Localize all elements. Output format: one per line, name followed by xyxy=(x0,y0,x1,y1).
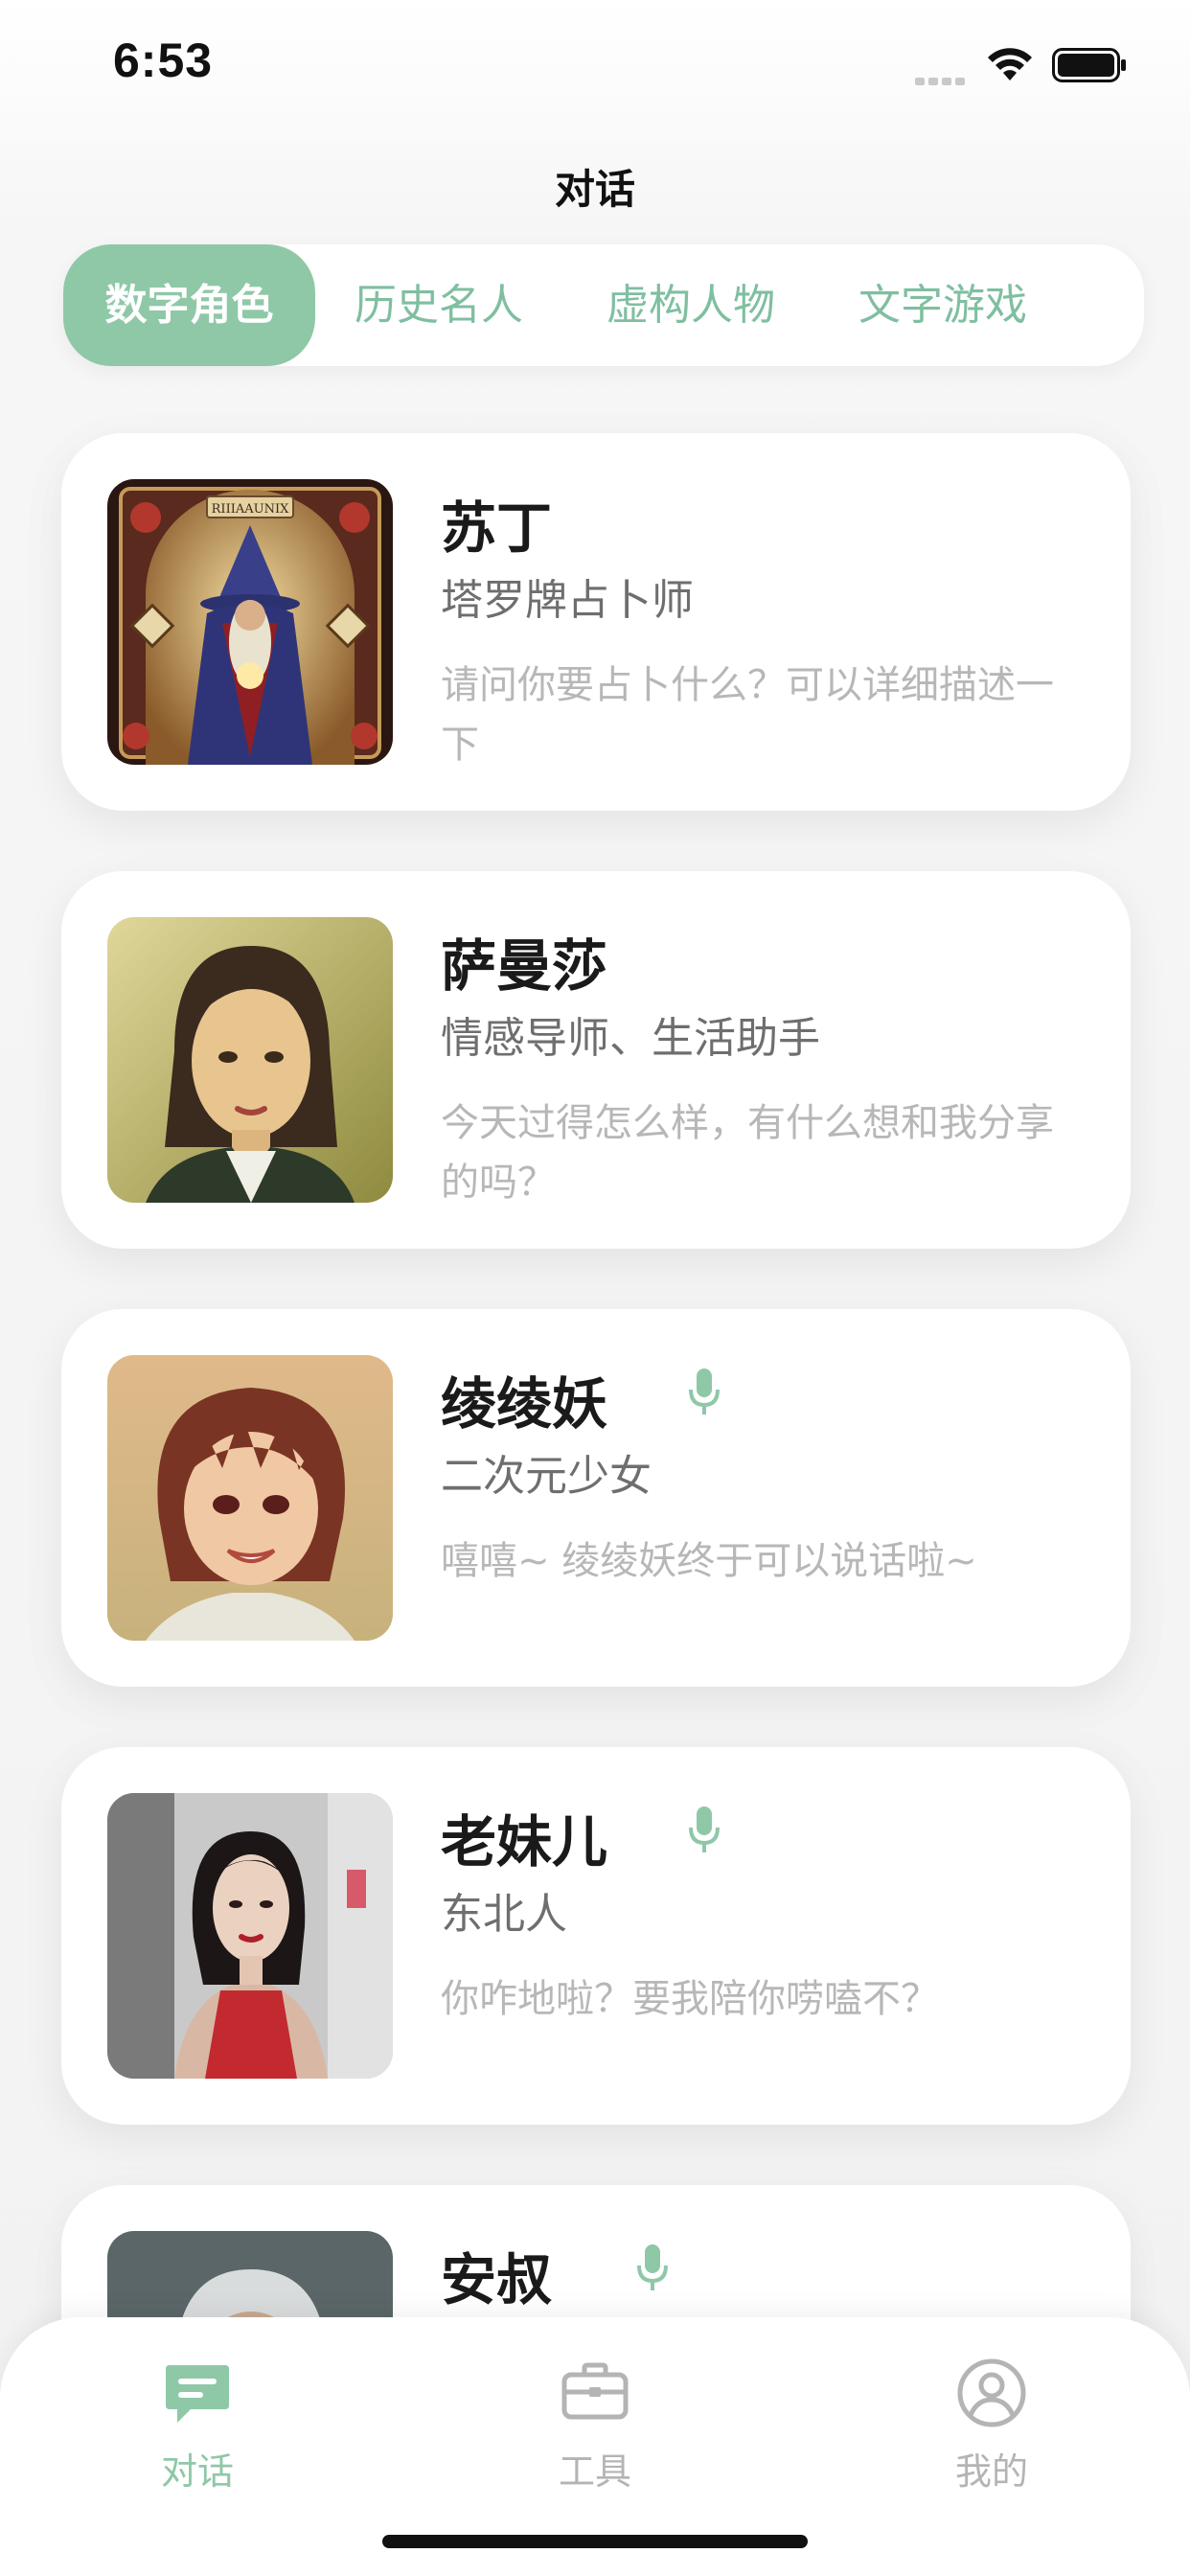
tab-historical-figures[interactable]: 历史名人 xyxy=(333,244,544,366)
woman-portrait-avatar xyxy=(107,917,393,1203)
character-card-suding[interactable]: RIIIAAUNIX 苏丁 塔罗牌占卜师 请问你要占卜什么？可以详细描述一下 xyxy=(61,433,1131,811)
character-greeting: 嘻嘻~ 绫绫妖终于可以说话啦~ xyxy=(441,1539,977,1583)
character-subtitle: 塔罗牌占卜师 xyxy=(441,576,694,625)
character-card-samantha[interactable]: 萨曼莎 情感导师、生活助手 今天过得怎么样，有什么想和我分享的吗？ xyxy=(61,871,1131,1249)
character-card-linglingyao[interactable]: 绫绫妖 二次元少女 嘻嘻~ 绫绫妖终于可以说话啦~ xyxy=(61,1309,1131,1687)
status-time: 6:53 xyxy=(113,34,214,87)
cellular-signal-icon xyxy=(915,71,969,89)
character-name: 萨曼莎 xyxy=(441,933,608,999)
tarot-wizard-avatar: RIIIAAUNIX xyxy=(107,479,393,765)
tab-label: 我的 xyxy=(954,2450,1028,2493)
wifi-icon xyxy=(988,48,1032,80)
battery-icon xyxy=(1052,48,1126,82)
tarot-card-title: RIIIAAUNIX xyxy=(212,502,289,517)
character-subtitle: 二次元少女 xyxy=(441,1452,652,1501)
tab-fictional-characters[interactable]: 虚构人物 xyxy=(585,244,796,366)
avatar xyxy=(107,1355,393,1641)
tab-digital-characters[interactable]: 数字角色 xyxy=(63,244,315,366)
tab-tools[interactable]: 工具 xyxy=(490,2358,700,2495)
tab-chat[interactable]: 对话 xyxy=(92,2358,303,2495)
user-icon xyxy=(957,2358,1026,2427)
tab-label: 工具 xyxy=(558,2450,631,2493)
toolbox-icon xyxy=(561,2362,629,2420)
character-name: 安叔 xyxy=(441,2247,553,2312)
page-title: 对话 xyxy=(554,166,635,213)
avatar xyxy=(107,1793,393,2079)
character-greeting: 今天过得怎么样，有什么想和我分享的吗？ xyxy=(441,1101,1054,1205)
character-subtitle: 东北人 xyxy=(441,1890,567,1939)
category-tabs: 数字角色 历史名人 虚构人物 文字游戏 xyxy=(63,244,1144,366)
character-greeting: 你咋地啦？要我陪你唠嗑不？ xyxy=(441,1977,939,2021)
microphone-icon xyxy=(689,1806,720,1852)
character-card-laomeier[interactable]: 老妹儿 东北人 你咋地啦？要我陪你唠嗑不？ xyxy=(61,1747,1131,2125)
microphone-icon xyxy=(637,2244,668,2290)
tab-text-games[interactable]: 文字游戏 xyxy=(837,244,1048,366)
anime-girl-avatar xyxy=(107,1355,393,1641)
character-name: 苏丁 xyxy=(441,495,553,561)
home-indicator xyxy=(382,2535,808,2548)
character-name: 老妹儿 xyxy=(441,1809,608,1874)
microphone-icon xyxy=(689,1368,720,1414)
tab-profile[interactable]: 我的 xyxy=(886,2358,1097,2495)
avatar: RIIIAAUNIX xyxy=(107,479,393,765)
woman-photo-avatar xyxy=(107,1793,393,2079)
character-greeting: 请问你要占卜什么？可以详细描述一下 xyxy=(441,663,1054,767)
character-name: 绫绫妖 xyxy=(441,1371,608,1437)
character-subtitle: 情感导师、生活助手 xyxy=(441,1014,820,1063)
tab-label: 对话 xyxy=(160,2450,234,2493)
status-bar: 6:53 xyxy=(0,0,1190,129)
avatar xyxy=(107,917,393,1203)
chat-bubble-icon xyxy=(166,2365,229,2423)
